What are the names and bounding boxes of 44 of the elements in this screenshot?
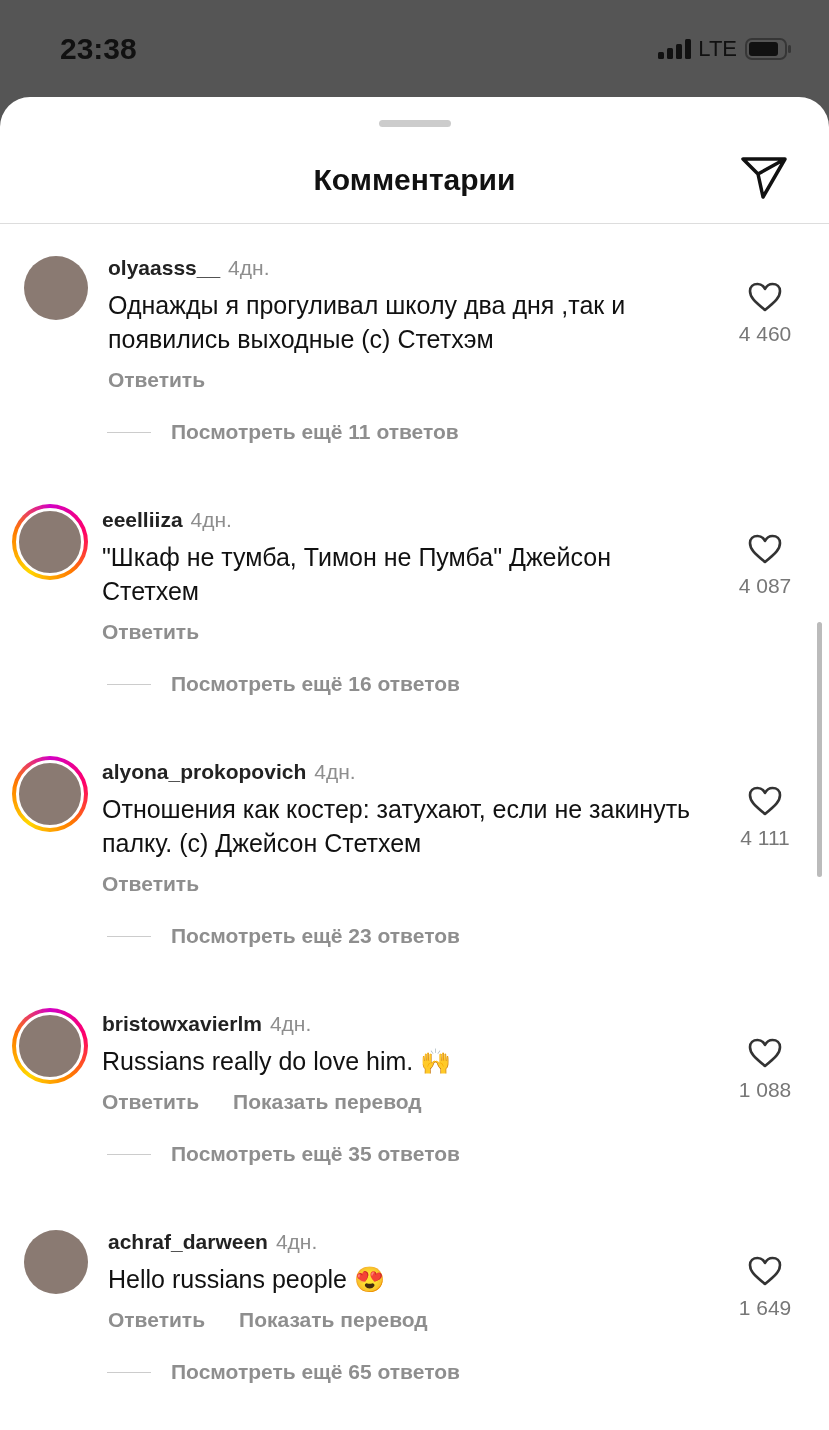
status-time: 23:38 <box>60 31 137 66</box>
username[interactable]: eeelliiza <box>102 508 183 532</box>
heart-icon[interactable] <box>748 534 782 564</box>
reply-button[interactable]: Ответить <box>102 620 200 644</box>
like-count: 1 088 <box>738 1078 792 1102</box>
comment-text: Russians really do love him. 🙌 <box>102 1046 453 1077</box>
username[interactable]: olyaasss__ <box>108 256 221 280</box>
like-count: 4 087 <box>738 574 792 598</box>
heart-icon[interactable] <box>748 282 782 312</box>
battery-icon <box>745 37 793 60</box>
view-replies-button[interactable]: Посмотреть ещё 65 ответов <box>171 1360 460 1384</box>
comment-text: Hello russians people 😍 <box>108 1264 386 1295</box>
reply-button[interactable]: Ответить <box>102 872 200 896</box>
comment-time: 4дн. <box>269 1012 312 1036</box>
send-icon[interactable] <box>741 157 787 199</box>
heart-icon[interactable] <box>748 1256 782 1286</box>
like-count: 1 649 <box>738 1296 792 1320</box>
view-replies-button[interactable]: Посмотреть ещё 23 ответов <box>171 924 460 948</box>
view-replies-button[interactable]: Посмотреть ещё 11 ответов <box>171 420 459 444</box>
comment-text: Однажды я прогуливал школу два дня ,так и появились выходные (с) Стетхэм <box>108 290 627 355</box>
network-label: LTE <box>698 35 737 62</box>
username[interactable]: achraf_darween <box>108 1230 268 1254</box>
username[interactable]: alyona_prokopovich <box>102 760 307 784</box>
sheet-title: Комментарии <box>313 163 516 197</box>
comment-time: 4дн. <box>190 508 232 532</box>
comment-time: 4дн. <box>275 1230 318 1254</box>
username[interactable]: bristowxavierlm <box>102 1012 262 1036</box>
comment-time: 4дн. <box>314 760 356 784</box>
view-replies-button[interactable]: Посмотреть ещё 35 ответов <box>171 1142 460 1166</box>
heart-icon[interactable] <box>748 1038 782 1068</box>
heart-icon[interactable] <box>748 786 782 816</box>
reply-button[interactable]: Ответить <box>102 1090 200 1114</box>
view-replies-button[interactable]: Посмотреть ещё 16 ответов <box>171 672 460 696</box>
comment-text: "Шкаф не тумба, Тимон не Пумба" Джейсон Стетхем <box>102 542 612 607</box>
like-count: 4 460 <box>738 322 792 346</box>
reply-button[interactable]: Ответить <box>108 368 206 392</box>
like-count: 4 111 <box>740 826 790 850</box>
comment-text: Отношения как костер: затухают, если не закинуть палку. (с) Джейсон Стетхем <box>102 794 692 859</box>
comment-time: 4дн. <box>228 256 270 280</box>
reply-button[interactable]: Ответить <box>108 1308 206 1332</box>
signal-icon <box>658 38 693 59</box>
drag-handle[interactable] <box>378 120 451 127</box>
translate-button[interactable]: Показать перевод <box>233 1090 422 1114</box>
translate-button[interactable]: Показать перевод <box>239 1308 428 1332</box>
